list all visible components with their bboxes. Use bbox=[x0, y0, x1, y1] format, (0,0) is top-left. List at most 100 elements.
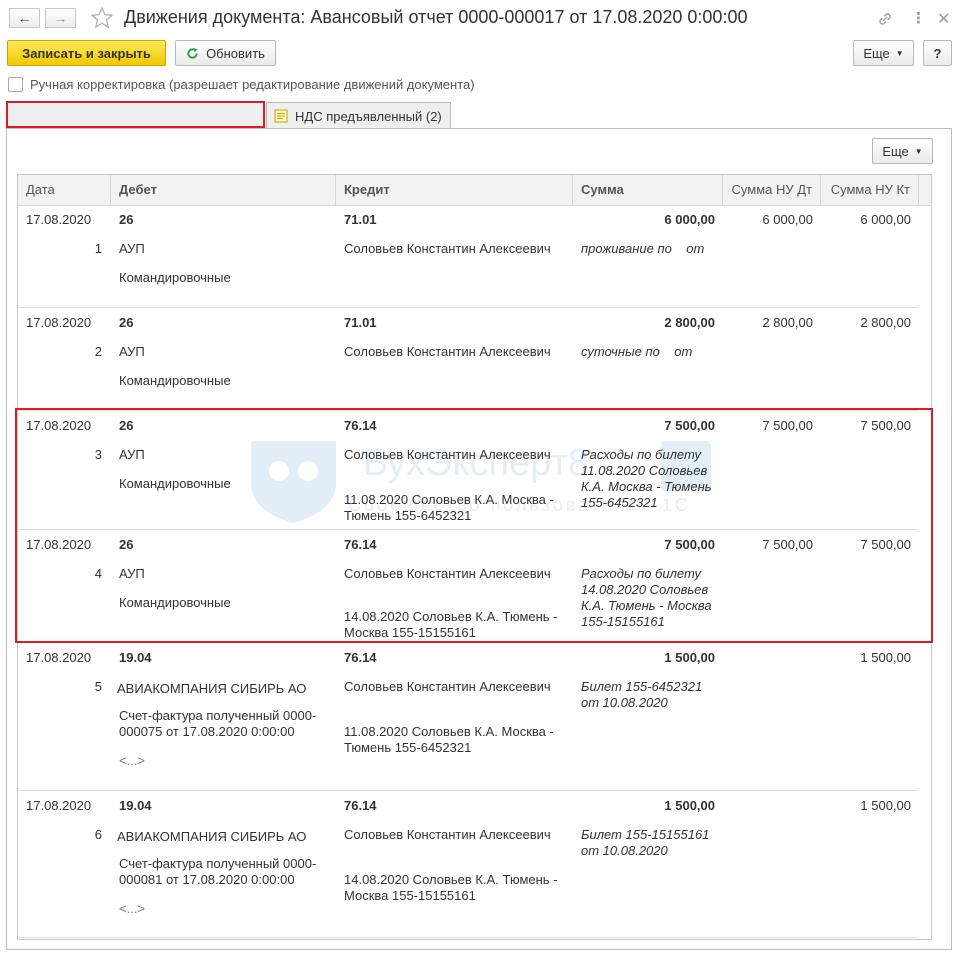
entry-description: проживание по от bbox=[581, 241, 705, 256]
tab-vat-label: НДС предъявленный (2) bbox=[295, 108, 442, 124]
save-and-close-button[interactable]: Записать и закрыть bbox=[7, 40, 166, 66]
window-title: Движения документа: Авансовый отчет 0000… bbox=[124, 7, 748, 27]
column-date[interactable]: Дата bbox=[18, 175, 111, 205]
amount: 7 500,00 bbox=[664, 418, 715, 433]
debit-account: 26 bbox=[119, 418, 134, 433]
chevron-down-icon: ▼ bbox=[895, 48, 904, 58]
amount-nu-dt: 6 000,00 bbox=[762, 212, 813, 227]
entry-description: Расходы по билету 14.08.2020 Соловьев К.… bbox=[581, 566, 712, 629]
tab-bar: Дт Кт Бухгалтерский и налоговый учет (6)… bbox=[0, 101, 959, 129]
more-label: Еще bbox=[863, 45, 890, 61]
row-divider bbox=[18, 642, 918, 643]
credit-account: 76.14 bbox=[344, 798, 377, 813]
refresh-label: Обновить bbox=[206, 45, 265, 61]
debit-account: 19.04 bbox=[119, 798, 152, 813]
credit-subconto-1: Соловьев Константин Алексеевич bbox=[344, 344, 551, 359]
arrow-left-icon: ← bbox=[17, 10, 32, 26]
tab-vat[interactable]: НДС предъявленный (2) bbox=[266, 102, 451, 129]
refresh-button[interactable]: Обновить bbox=[175, 40, 276, 66]
debit-subconto-1: АУП bbox=[119, 344, 145, 359]
entry-description: суточные по от bbox=[581, 344, 693, 359]
debit-account: 26 bbox=[119, 537, 134, 552]
column-amount[interactable]: Сумма bbox=[573, 175, 723, 205]
row-date: 17.08.2020 bbox=[26, 315, 92, 330]
column-credit[interactable]: Кредит bbox=[336, 175, 573, 205]
forward-button[interactable]: → bbox=[45, 8, 76, 28]
row-date: 17.08.2020 bbox=[26, 418, 92, 433]
help-button[interactable]: ? bbox=[923, 40, 952, 66]
chevron-down-icon: ▼ bbox=[914, 146, 923, 156]
svg-text:Дт: Дт bbox=[14, 110, 23, 117]
credit-subconto-2: 11.08.2020 Соловьев К.А. Москва - Тюмень… bbox=[344, 724, 554, 755]
amount: 6 000,00 bbox=[664, 212, 715, 227]
link-icon[interactable] bbox=[876, 10, 894, 28]
column-nu-kt[interactable]: Сумма НУ Кт bbox=[821, 175, 919, 205]
amount-nu-dt: 7 500,00 bbox=[762, 537, 813, 552]
debit-subconto-3[interactable]: <...> bbox=[119, 901, 145, 917]
row-date: 17.08.2020 bbox=[26, 537, 92, 552]
row-number: 2 bbox=[94, 344, 102, 359]
row-date: 17.08.2020 bbox=[26, 650, 92, 665]
debit-subconto-3[interactable]: <...> bbox=[119, 753, 145, 769]
tab-accounting[interactable]: Дт Кт Бухгалтерский и налоговый учет (6) bbox=[7, 101, 264, 129]
debit-subconto-1: АУП bbox=[119, 447, 145, 462]
credit-subconto-2: 14.08.2020 Соловьев К.А. Тюмень - Москва… bbox=[344, 872, 558, 903]
back-button[interactable]: ← bbox=[9, 8, 40, 28]
amount: 1 500,00 bbox=[664, 650, 715, 665]
credit-subconto-1: Соловьев Константин Алексеевич bbox=[344, 447, 551, 462]
amount-nu-dt: 7 500,00 bbox=[762, 418, 813, 433]
panel-more-label: Еще bbox=[882, 143, 909, 159]
close-icon[interactable]: ✕ bbox=[937, 9, 950, 29]
vertical-scrollbar[interactable] bbox=[920, 206, 931, 939]
table-header: Дата Дебет Кредит Сумма Сумма НУ Дт Сумм… bbox=[18, 175, 931, 206]
refresh-icon bbox=[187, 47, 198, 59]
debit-account: 26 bbox=[119, 315, 134, 330]
credit-account: 71.01 bbox=[344, 315, 377, 330]
debit-account: 19.04 bbox=[119, 650, 152, 665]
manual-correction-checkbox[interactable] bbox=[8, 77, 23, 92]
entries-table: Дата Дебет Кредит Сумма Сумма НУ Дт Сумм… bbox=[17, 174, 932, 940]
row-number: 5 bbox=[94, 679, 102, 694]
row-divider bbox=[18, 937, 918, 938]
arrow-right-icon: → bbox=[53, 10, 68, 26]
debit-subconto-2: Командировочные bbox=[119, 373, 231, 388]
amount-nu-kt: 2 800,00 bbox=[860, 315, 911, 330]
credit-subconto-1: Соловьев Константин Алексеевич bbox=[344, 566, 551, 581]
row-divider bbox=[18, 307, 918, 308]
row-number: 6 bbox=[94, 827, 102, 842]
entry-description: Билет 155-6452321 от 10.08.2020 bbox=[581, 679, 703, 710]
debit-subconto-1: АУП bbox=[119, 566, 145, 581]
amount-nu-kt: 1 500,00 bbox=[860, 798, 911, 813]
amount-nu-kt: 7 500,00 bbox=[860, 418, 911, 433]
svg-text:Кт: Кт bbox=[20, 118, 28, 124]
more-button[interactable]: Еще ▼ bbox=[853, 40, 914, 66]
register-icon bbox=[274, 109, 288, 123]
amount-nu-kt: 7 500,00 bbox=[860, 537, 911, 552]
panel-more-button[interactable]: Еще ▼ bbox=[872, 138, 933, 164]
debit-account: 26 bbox=[119, 212, 134, 227]
star-icon[interactable] bbox=[90, 6, 114, 30]
credit-subconto-2-clip: 14.08.2020 Соловьев К.А. Тюмень - Москва… bbox=[344, 609, 572, 637]
debit-subconto-2: Счет-фактура полученный 0000-000081 от 1… bbox=[119, 856, 317, 887]
column-debit[interactable]: Дебет bbox=[111, 175, 336, 205]
credit-subconto-1: Соловьев Константин Алексеевич bbox=[344, 679, 551, 694]
manual-correction-row: Ручная корректировка (разрешает редактир… bbox=[8, 77, 475, 92]
debit-subconto-2: Счет-фактура полученный 0000-000075 от 1… bbox=[119, 708, 317, 739]
debit-subconto-2: Командировочные bbox=[119, 270, 231, 285]
command-bar: Записать и закрыть Обновить Еще ▼ ? bbox=[0, 40, 959, 68]
amount: 2 800,00 bbox=[664, 315, 715, 330]
credit-account: 76.14 bbox=[344, 650, 377, 665]
amount-nu-dt: 2 800,00 bbox=[762, 315, 813, 330]
more-vertical-icon[interactable]: ⋮ bbox=[911, 9, 926, 27]
credit-subconto-2: 14.08.2020 Соловьев К.А. Тюмень - Москва… bbox=[344, 609, 558, 637]
row-divider bbox=[18, 529, 918, 530]
debit-subconto-2: Командировочные bbox=[119, 595, 231, 610]
manual-correction-label[interactable]: Ручная корректировка (разрешает редактир… bbox=[30, 77, 475, 92]
column-nu-dt[interactable]: Сумма НУ Дт bbox=[723, 175, 821, 205]
credit-subconto-1: Соловьев Константин Алексеевич bbox=[344, 827, 551, 842]
row-date: 17.08.2020 bbox=[26, 212, 92, 227]
title-bar: ← → Движения документа: Авансовый отчет … bbox=[0, 0, 959, 38]
row-number: 3 bbox=[94, 447, 102, 462]
credit-subconto-2: 11.08.2020 Соловьев К.А. Москва - Тюмень… bbox=[344, 492, 554, 523]
row-number: 1 bbox=[94, 241, 102, 256]
